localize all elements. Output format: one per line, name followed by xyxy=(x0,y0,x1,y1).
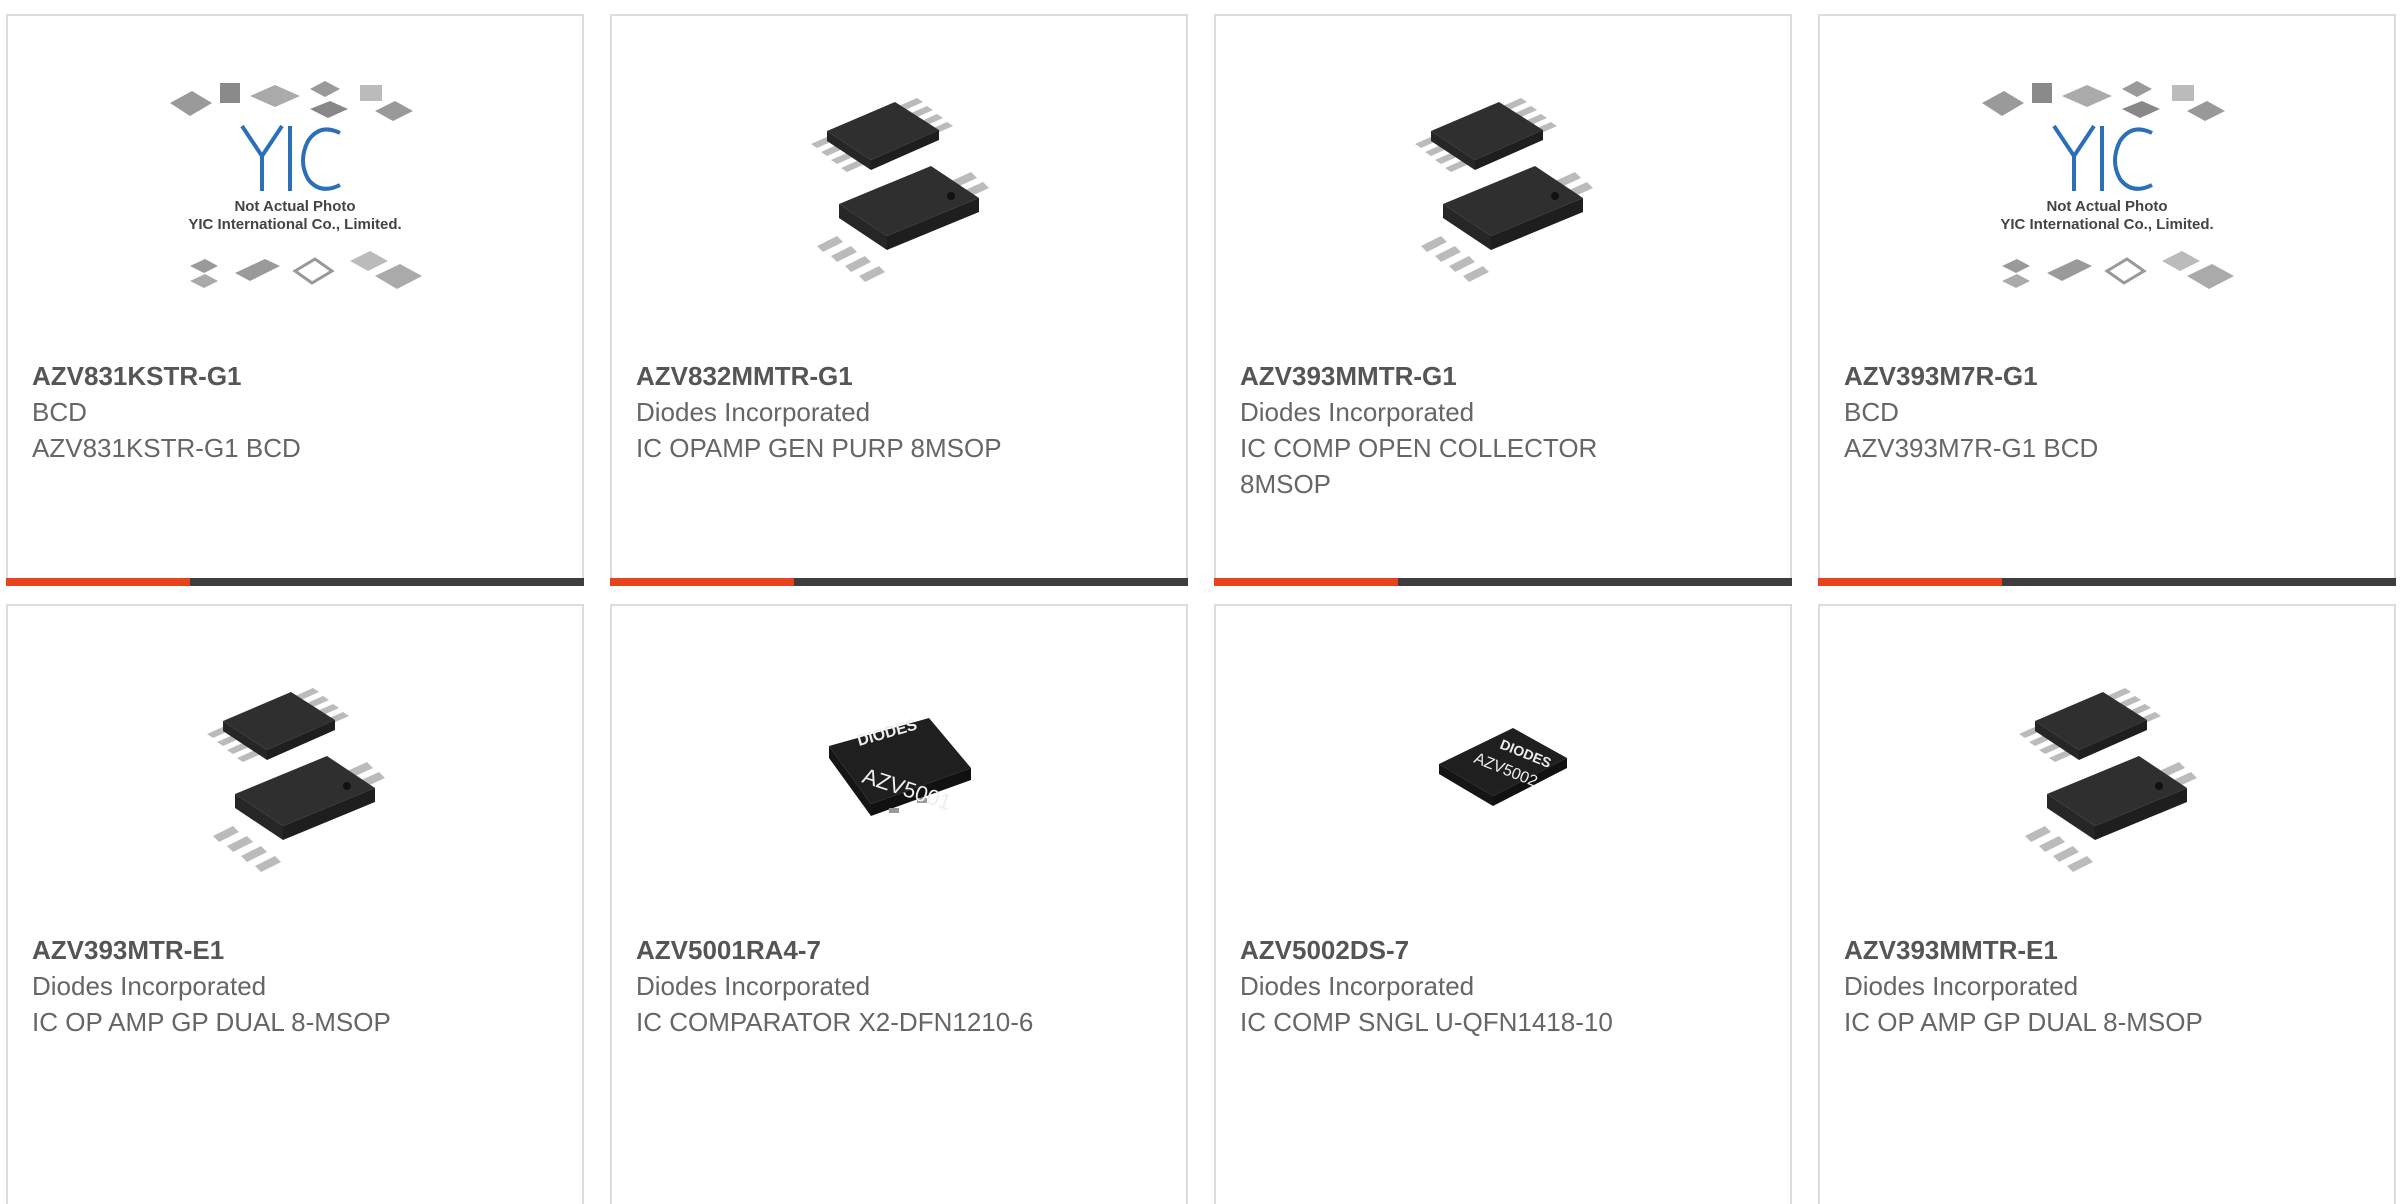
manufacturer: BCD xyxy=(32,397,87,427)
description: AZV393M7R-G1 BCD xyxy=(1844,433,2099,463)
product-card[interactable]: Not Actual Photo YIC International Co., … xyxy=(1818,14,2396,586)
card-footer-accent xyxy=(610,578,794,586)
part-number[interactable]: AZV393M7R-G1 xyxy=(1844,358,2294,394)
placeholder-line-1: Not Actual Photo xyxy=(234,198,355,215)
card-footer-accent xyxy=(1818,578,2002,586)
product-card[interactable]: Not Actual Photo YIC International Co., … xyxy=(6,14,584,586)
dfn-chip-image: DIODES AZV5001 xyxy=(829,717,971,816)
part-number[interactable]: AZV831KSTR-G1 xyxy=(32,358,482,394)
msop-chip-image xyxy=(2019,688,2197,872)
product-info: AZV393MMTR-G1 Diodes Incorporated IC COM… xyxy=(1240,358,1690,502)
placeholder-line-2: YIC International Co., Limited. xyxy=(188,216,401,233)
part-number[interactable]: AZV393MMTR-G1 xyxy=(1240,358,1690,394)
product-info: AZV832MMTR-G1 Diodes Incorporated IC OPA… xyxy=(636,358,1086,466)
manufacturer: BCD xyxy=(1844,397,1899,427)
placeholder-image: Not Actual Photo YIC International Co., … xyxy=(1982,81,2234,289)
part-number[interactable]: AZV5002DS-7 xyxy=(1240,932,1690,968)
manufacturer: Diodes Incorporated xyxy=(32,971,267,1001)
product-image[interactable]: Not Actual Photo YIC International Co., … xyxy=(1820,16,2394,356)
part-number[interactable]: AZV832MMTR-G1 xyxy=(636,358,1086,394)
part-number[interactable]: AZV393MMTR-E1 xyxy=(1844,932,2294,968)
placeholder-image: Not Actual Photo YIC International Co., … xyxy=(170,81,422,289)
description: IC OP AMP GP DUAL 8-MSOP xyxy=(32,1007,391,1037)
product-card[interactable]: AZV393MMTR-E1 Diodes Incorporated IC OP … xyxy=(1818,604,2396,1204)
manufacturer: Diodes Incorporated xyxy=(636,971,871,1001)
product-info: AZV393MTR-E1 Diodes Incorporated IC OP A… xyxy=(32,932,482,1040)
product-info: AZV393MMTR-E1 Diodes Incorporated IC OP … xyxy=(1844,932,2294,1040)
product-image[interactable] xyxy=(8,606,582,946)
manufacturer: Diodes Incorporated xyxy=(636,397,871,427)
part-number[interactable]: AZV393MTR-E1 xyxy=(32,932,482,968)
product-grid: Not Actual Photo YIC International Co., … xyxy=(0,0,2400,1204)
part-number[interactable]: AZV5001RA4-7 xyxy=(636,932,1086,968)
description: IC COMP SNGL U-QFN1418-10 xyxy=(1240,1007,1613,1037)
product-image[interactable]: DIODES AZV5001 xyxy=(612,606,1186,946)
description: IC COMP OPEN COLLECTOR 8MSOP xyxy=(1240,433,1598,499)
product-card[interactable]: AZV832MMTR-G1 Diodes Incorporated IC OPA… xyxy=(610,14,1188,586)
product-image[interactable]: Not Actual Photo YIC International Co., … xyxy=(8,16,582,356)
product-card[interactable]: AZV393MMTR-G1 Diodes Incorporated IC COM… xyxy=(1214,14,1792,586)
product-info: AZV5001RA4-7 Diodes Incorporated IC COMP… xyxy=(636,932,1086,1040)
product-image[interactable] xyxy=(1820,606,2394,946)
card-footer-bar xyxy=(1214,578,1792,586)
card-footer-bar xyxy=(6,578,584,586)
msop-chip-image xyxy=(207,688,385,872)
product-info: AZV5002DS-7 Diodes Incorporated IC COMP … xyxy=(1240,932,1690,1040)
product-card[interactable]: DIODES AZV5002 AZV5002DS-7 Diodes Incorp… xyxy=(1214,604,1792,1204)
product-image[interactable] xyxy=(1216,16,1790,356)
manufacturer: Diodes Incorporated xyxy=(1844,971,2079,1001)
description: IC COMPARATOR X2-DFN1210-6 xyxy=(636,1007,1034,1037)
placeholder-line-1: Not Actual Photo xyxy=(2046,198,2167,215)
card-footer-bar xyxy=(1818,578,2396,586)
placeholder-line-2: YIC International Co., Limited. xyxy=(2000,216,2213,233)
description: IC OP AMP GP DUAL 8-MSOP xyxy=(1844,1007,2203,1037)
msop-chip-image xyxy=(1415,98,1593,282)
manufacturer: Diodes Incorporated xyxy=(1240,971,1475,1001)
product-card[interactable]: DIODES AZV5001 AZV5001RA4-7 Diodes Incor… xyxy=(610,604,1188,1204)
product-card[interactable]: AZV393MTR-E1 Diodes Incorporated IC OP A… xyxy=(6,604,584,1204)
description: AZV831KSTR-G1 BCD xyxy=(32,433,301,463)
card-footer-accent xyxy=(6,578,190,586)
card-footer-bar xyxy=(610,578,1188,586)
product-info: AZV393M7R-G1 BCD AZV393M7R-G1 BCD xyxy=(1844,358,2294,466)
product-image[interactable]: DIODES AZV5002 xyxy=(1216,606,1790,946)
card-footer-accent xyxy=(1214,578,1398,586)
description: IC OPAMP GEN PURP 8MSOP xyxy=(636,433,1002,463)
product-image[interactable] xyxy=(612,16,1186,356)
product-info: AZV831KSTR-G1 BCD AZV831KSTR-G1 BCD xyxy=(32,358,482,466)
qfn-chip-image: DIODES AZV5002 xyxy=(1439,728,1567,806)
msop-chip-image xyxy=(811,98,989,282)
manufacturer: Diodes Incorporated xyxy=(1240,397,1475,427)
